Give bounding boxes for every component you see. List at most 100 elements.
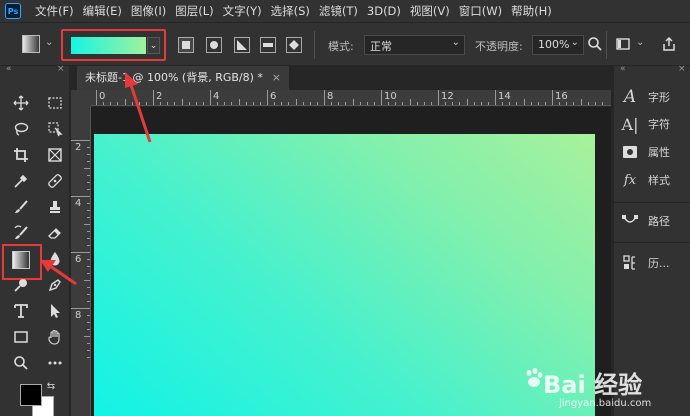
object-selection-tool-icon[interactable] xyxy=(42,118,68,140)
eyedropper-tool-icon[interactable] xyxy=(8,170,34,192)
ruler-minor-tick xyxy=(167,102,169,105)
mode-chevron-down-icon: ⌄ xyxy=(451,37,460,48)
ruler-label: 10 xyxy=(384,91,397,102)
panel-history-label: 历... xyxy=(648,257,670,270)
history-brush-tool-icon[interactable] xyxy=(8,222,34,244)
search-icon[interactable] xyxy=(586,36,604,54)
menu-filter[interactable]: 滤镜(T) xyxy=(319,3,358,19)
ruler-minor-tick xyxy=(103,102,105,105)
photoshop-logo-icon[interactable]: Ps xyxy=(5,3,21,19)
panel-properties-label: 属性 xyxy=(648,146,670,159)
panel-styles[interactable]: fx 样式 xyxy=(620,169,686,191)
foreground-color-swatch[interactable] xyxy=(20,384,42,406)
menu-view[interactable]: 视图(V) xyxy=(410,3,450,19)
ruler-major-tick xyxy=(495,90,496,105)
close-tab-icon[interactable]: × xyxy=(272,66,281,90)
path-selection-tool-icon[interactable] xyxy=(42,300,68,322)
menu-select[interactable]: 选择(S) xyxy=(271,3,310,19)
linear-gradient-button[interactable] xyxy=(178,37,194,53)
hand-tool-icon[interactable] xyxy=(42,326,68,348)
collapse-toolbar-icon[interactable]: « xyxy=(6,64,11,74)
tool-preset-chevron-down-icon[interactable]: ⌄ xyxy=(45,37,53,48)
gradient-dropdown-chevron-icon[interactable]: ⌄ xyxy=(147,37,160,54)
panel-properties[interactable]: 属性 xyxy=(620,141,686,163)
lasso-tool-icon[interactable] xyxy=(8,118,34,140)
more-tools-icon[interactable] xyxy=(42,352,68,374)
document-tab[interactable]: 未标题-1 @ 100% (背景, RGB/8) * × xyxy=(77,66,289,90)
ruler-minor-tick xyxy=(331,102,333,105)
close-panels-icon[interactable]: × xyxy=(678,64,685,74)
ruler-minor-tick xyxy=(523,99,525,105)
paths-icon xyxy=(620,211,640,231)
menu-layer[interactable]: 图层(L) xyxy=(175,3,213,19)
ruler-minor-tick xyxy=(466,99,468,105)
ruler-major-tick xyxy=(210,90,211,105)
panel-history[interactable]: 历... xyxy=(620,252,686,274)
marquee-tool-icon[interactable] xyxy=(42,92,68,114)
ruler-label: 14 xyxy=(498,91,511,102)
menu-help[interactable]: 帮助(H) xyxy=(511,3,552,19)
dodge-tool-icon[interactable] xyxy=(8,274,34,296)
options-bar: ⌄ ⌄ 模式: 正常 ⌄ 不透明度: 100% ⌄ ⌄ xyxy=(0,22,690,66)
close-toolbar-icon[interactable]: × xyxy=(57,64,64,74)
menu-window[interactable]: 窗口(W) xyxy=(459,3,502,19)
diamond-gradient-button[interactable] xyxy=(286,37,302,53)
ruler-minor-tick xyxy=(509,102,511,105)
healing-brush-tool-icon[interactable] xyxy=(42,170,68,192)
ruler-major-tick xyxy=(71,308,90,309)
ruler-minor-tick xyxy=(259,102,261,105)
menu-3d[interactable]: 3D(D) xyxy=(367,4,401,18)
zoom-tool-icon[interactable] xyxy=(8,352,34,374)
ruler-minor-tick xyxy=(84,336,90,337)
ruler-minor-tick xyxy=(252,102,254,105)
workspace-icon[interactable] xyxy=(614,36,632,54)
ruler-minor-tick xyxy=(459,102,461,105)
gradient-tool-icon[interactable] xyxy=(12,251,30,269)
ruler-minor-tick xyxy=(566,102,568,105)
opacity-input[interactable]: 100% ⌄ xyxy=(532,35,584,55)
crop-tool-icon[interactable] xyxy=(8,144,34,166)
panel-character[interactable]: A| 字符 xyxy=(620,113,686,135)
ruler-major-tick xyxy=(96,90,97,105)
rectangle-tool-icon[interactable] xyxy=(8,326,34,348)
ruler-minor-tick xyxy=(352,99,354,105)
gradient-swatch[interactable] xyxy=(71,37,146,54)
mode-label: 模式: xyxy=(328,40,354,53)
type-tool-icon[interactable] xyxy=(8,300,34,322)
mode-select[interactable]: 正常 ⌄ xyxy=(364,35,465,55)
ruler-major-tick xyxy=(552,90,553,105)
expand-panels-icon[interactable]: « xyxy=(620,64,625,74)
document-canvas[interactable] xyxy=(94,134,595,416)
ruler-label: 12 xyxy=(441,91,454,102)
ruler-minor-tick xyxy=(202,102,204,105)
angle-gradient-button[interactable] xyxy=(234,37,250,53)
panel-character-label: 字符 xyxy=(648,118,670,131)
menu-edit[interactable]: 编辑(E) xyxy=(83,3,122,19)
clone-stamp-tool-icon[interactable] xyxy=(42,196,68,218)
tool-preset-gradient-icon[interactable] xyxy=(22,35,40,53)
ruler-minor-tick xyxy=(84,168,90,169)
ruler-minor-tick xyxy=(452,102,454,105)
ruler-minor-tick xyxy=(530,102,532,105)
menu-image[interactable]: 图像(I) xyxy=(131,3,166,19)
panel-paths[interactable]: 路径 xyxy=(620,210,686,232)
panel-glyphs[interactable]: A 字形 xyxy=(620,86,686,108)
reflected-gradient-button[interactable] xyxy=(260,37,276,53)
share-icon[interactable] xyxy=(660,36,678,54)
brush-tool-icon[interactable] xyxy=(8,196,34,218)
workspace-chevron-down-icon[interactable]: ⌄ xyxy=(636,37,644,48)
frame-tool-icon[interactable] xyxy=(42,144,68,166)
radial-gradient-button[interactable] xyxy=(206,37,222,53)
ruler-minor-tick xyxy=(117,102,119,105)
ruler-minor-tick xyxy=(430,102,432,105)
menu-file[interactable]: 文件(F) xyxy=(35,3,74,19)
menu-type[interactable]: 文字(Y) xyxy=(223,3,262,19)
ruler-major-tick xyxy=(71,196,90,197)
swap-colors-icon[interactable]: ⇆ xyxy=(44,380,58,394)
ruler-minor-tick xyxy=(84,280,90,281)
move-tool-icon[interactable] xyxy=(8,92,34,114)
ruler-minor-tick xyxy=(245,102,247,105)
opacity-label: 不透明度: xyxy=(475,40,523,53)
horizontal-ruler[interactable]: 0 2 4 6 8 10 12 14 16 xyxy=(91,90,611,106)
eraser-tool-icon[interactable] xyxy=(42,222,68,244)
